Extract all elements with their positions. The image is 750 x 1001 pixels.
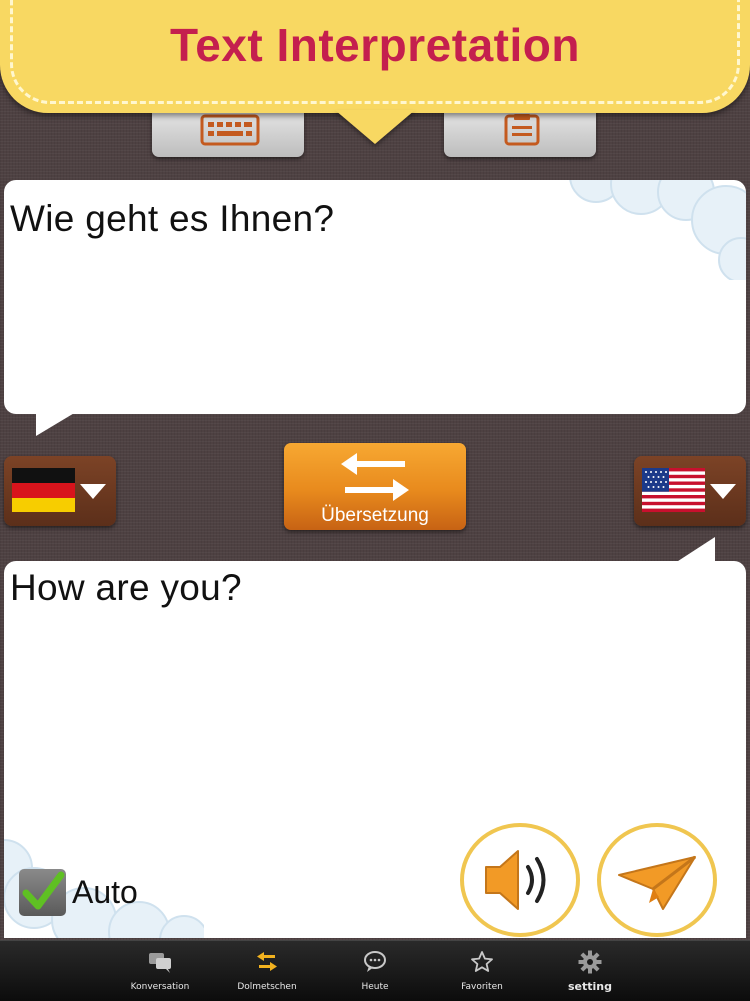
checkmark-icon — [22, 871, 65, 910]
auto-label: Auto — [72, 874, 138, 910]
source-text-panel[interactable]: Wie geht es Ihnen? — [4, 180, 746, 414]
tab-label: setting — [568, 980, 612, 993]
tab-label: Dolmetschen — [237, 982, 297, 992]
chat-bubbles-icon — [149, 953, 171, 973]
translate-button[interactable]: Übersetzung — [284, 443, 466, 530]
speaker-icon — [485, 850, 546, 910]
german-flag-icon — [12, 468, 75, 512]
paper-plane-icon — [618, 855, 696, 910]
tab-heute[interactable]: Heute — [320, 941, 430, 1001]
tab-dolmetschen[interactable]: Dolmetschen — [212, 941, 322, 1001]
keyboard-icon — [200, 114, 260, 146]
star-icon — [471, 951, 493, 972]
speech-bubble-icon — [364, 951, 386, 972]
cloud-decoration — [569, 180, 746, 280]
banner-notch — [335, 110, 415, 144]
chevron-down-icon — [80, 484, 106, 499]
tab-label: Konversation — [130, 982, 190, 992]
tab-label: Favoriten — [461, 982, 503, 992]
source-bubble-tail — [36, 412, 76, 436]
tab-label: Heute — [361, 982, 389, 992]
translate-button-label: Übersetzung — [321, 505, 429, 526]
gear-icon — [578, 950, 602, 974]
send-button[interactable] — [597, 823, 717, 937]
us-flag-icon — [642, 468, 705, 512]
swap-arrows-icon — [257, 952, 277, 971]
source-language-selector[interactable] — [4, 456, 116, 526]
tab-favoriten[interactable]: Favoriten — [427, 941, 537, 1001]
clipboard-icon — [504, 114, 540, 146]
tab-bar: Konversation Dolmetschen Heute Favoriten — [0, 940, 750, 1001]
tab-setting[interactable]: setting — [535, 941, 645, 1001]
tab-konversation[interactable]: Konversation — [105, 941, 215, 1001]
auto-checkbox[interactable] — [19, 869, 66, 916]
swap-arrows-icon — [341, 453, 409, 501]
page-title: Text Interpretation — [170, 19, 580, 71]
header-banner: Text Interpretation — [0, 0, 750, 113]
target-language-selector[interactable] — [634, 456, 746, 526]
speak-button[interactable] — [460, 823, 580, 937]
target-text: How are you? — [10, 567, 242, 608]
source-text[interactable]: Wie geht es Ihnen? — [10, 198, 334, 240]
chevron-down-icon — [710, 484, 736, 499]
target-bubble-tail — [675, 537, 715, 563]
